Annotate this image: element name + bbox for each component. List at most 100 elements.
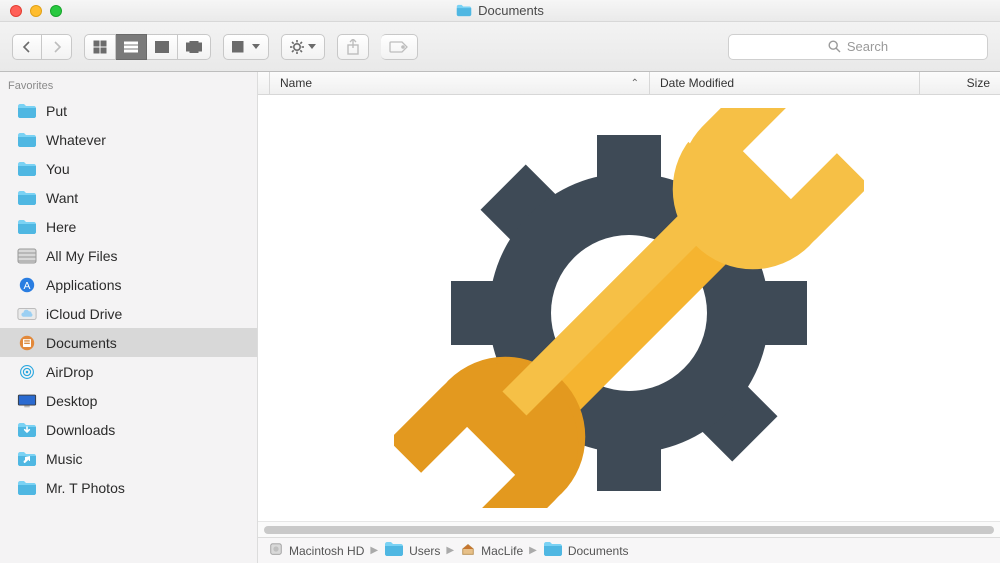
- folder-blue-icon: [16, 160, 38, 178]
- scrollbar-thumb[interactable]: [264, 526, 994, 534]
- share-icon: [346, 39, 360, 55]
- applications-icon: A: [16, 276, 38, 294]
- column-date-header[interactable]: Date Modified: [650, 72, 920, 94]
- search-input[interactable]: Search: [728, 34, 988, 60]
- documents-icon: [16, 334, 38, 352]
- close-window-button[interactable]: [10, 5, 22, 17]
- action-group: [281, 34, 325, 60]
- sidebar-item-label: Music: [46, 451, 83, 467]
- minimize-window-button[interactable]: [30, 5, 42, 17]
- path-item-label: Macintosh HD: [289, 544, 364, 558]
- toolbar: Search: [0, 22, 1000, 72]
- icloud-icon: [16, 305, 38, 323]
- sidebar-favorites-header: Favorites: [0, 78, 257, 96]
- folder-mini-icon: [384, 541, 404, 560]
- path-item-maclife[interactable]: MacLife: [460, 542, 523, 559]
- path-bar: Macintosh HD▶Users▶MacLife▶Documents: [258, 537, 1000, 563]
- sidebar-item-label: Desktop: [46, 393, 97, 409]
- window-title: Documents: [0, 3, 1000, 18]
- sidebar-item-music[interactable]: Music: [0, 444, 257, 473]
- sidebar-item-label: You: [46, 161, 70, 177]
- coverflow-icon: [186, 41, 202, 53]
- sidebar-item-put[interactable]: Put: [0, 96, 257, 125]
- sidebar-item-want[interactable]: Want: [0, 183, 257, 212]
- column-name-label: Name: [280, 76, 312, 90]
- maximize-window-button[interactable]: [50, 5, 62, 17]
- path-item-users[interactable]: Users: [384, 541, 440, 560]
- sidebar-item-label: Put: [46, 103, 67, 119]
- sidebar-item-label: Whatever: [46, 132, 106, 148]
- sidebar-item-label: Want: [46, 190, 78, 206]
- music-icon: [16, 450, 38, 468]
- folder-mini-icon: [543, 541, 563, 560]
- home-icon: [460, 542, 476, 559]
- allfiles-icon: [16, 247, 38, 265]
- file-list-area[interactable]: [258, 95, 1000, 521]
- forward-button[interactable]: [42, 34, 72, 60]
- airdrop-icon: [16, 363, 38, 381]
- sidebar-item-documents[interactable]: Documents: [0, 328, 257, 357]
- path-item-label: MacLife: [481, 544, 523, 558]
- folder-icon: [456, 4, 472, 17]
- tags-button[interactable]: [381, 34, 418, 60]
- arrange-icon: [232, 41, 248, 53]
- sidebar-item-all-my-files[interactable]: All My Files: [0, 241, 257, 270]
- columns-icon: [155, 41, 169, 53]
- arrange-group: [223, 34, 269, 60]
- action-button[interactable]: [281, 34, 325, 60]
- sidebar-item-label: Mr. T Photos: [46, 480, 125, 496]
- sidebar-item-label: All My Files: [46, 248, 118, 264]
- path-item-macintosh-hd[interactable]: Macintosh HD: [268, 542, 364, 559]
- folder-blue-icon: [16, 102, 38, 120]
- list-view-button[interactable]: [116, 34, 147, 60]
- gear-icon: [290, 40, 304, 54]
- arrange-button[interactable]: [223, 34, 269, 60]
- search-placeholder: Search: [847, 39, 888, 54]
- back-button[interactable]: [12, 34, 42, 60]
- main-pane: Name ⌃ Date Modified Size: [258, 72, 1000, 563]
- titlebar: Documents: [0, 0, 1000, 22]
- sidebar-item-you[interactable]: You: [0, 154, 257, 183]
- icon-view-button[interactable]: [84, 34, 116, 60]
- path-item-documents[interactable]: Documents: [543, 541, 629, 560]
- folder-blue-icon: [16, 479, 38, 497]
- sidebar-item-applications[interactable]: A Applications: [0, 270, 257, 299]
- folder-blue-icon: [16, 131, 38, 149]
- sidebar-item-airdrop[interactable]: AirDrop: [0, 357, 257, 386]
- sidebar-item-label: AirDrop: [46, 364, 93, 380]
- sidebar-item-label: Here: [46, 219, 76, 235]
- chevron-down-icon: [308, 44, 316, 49]
- sidebar-item-here[interactable]: Here: [0, 212, 257, 241]
- chevron-right-icon: ▶: [370, 545, 378, 556]
- sidebar-item-downloads[interactable]: Downloads: [0, 415, 257, 444]
- sidebar-item-whatever[interactable]: Whatever: [0, 125, 257, 154]
- horizontal-scrollbar[interactable]: [258, 521, 1000, 537]
- folder-blue-icon: [16, 218, 38, 236]
- list-icon: [124, 41, 138, 53]
- column-view-button[interactable]: [147, 34, 178, 60]
- path-item-label: Documents: [568, 544, 629, 558]
- desktop-icon: [16, 392, 38, 410]
- sort-ascending-icon: ⌃: [631, 78, 639, 89]
- tools-illustration: [394, 108, 864, 508]
- chevron-right-icon: ▶: [446, 545, 454, 556]
- nav-back-forward: [12, 34, 72, 60]
- window-title-label: Documents: [478, 3, 544, 18]
- column-name-header[interactable]: Name ⌃: [270, 72, 650, 94]
- view-mode-switcher: [84, 34, 211, 60]
- sidebar: Favorites Put Whatever You Want Here All My F…: [0, 72, 258, 563]
- column-size-header[interactable]: Size: [920, 72, 1000, 94]
- sidebar-item-label: Documents: [46, 335, 117, 351]
- sidebar-item-mr-t-photos[interactable]: Mr. T Photos: [0, 473, 257, 502]
- window-traffic-lights: [0, 5, 62, 17]
- sidebar-item-label: Applications: [46, 277, 122, 293]
- column-size-label: Size: [967, 76, 990, 90]
- downloads-icon: [16, 421, 38, 439]
- coverflow-view-button[interactable]: [178, 34, 211, 60]
- sidebar-item-desktop[interactable]: Desktop: [0, 386, 257, 415]
- sidebar-item-icloud-drive[interactable]: iCloud Drive: [0, 299, 257, 328]
- column-gutter: [258, 72, 270, 94]
- share-button[interactable]: [337, 34, 369, 60]
- tag-icon: [389, 40, 409, 54]
- search-icon: [828, 40, 841, 53]
